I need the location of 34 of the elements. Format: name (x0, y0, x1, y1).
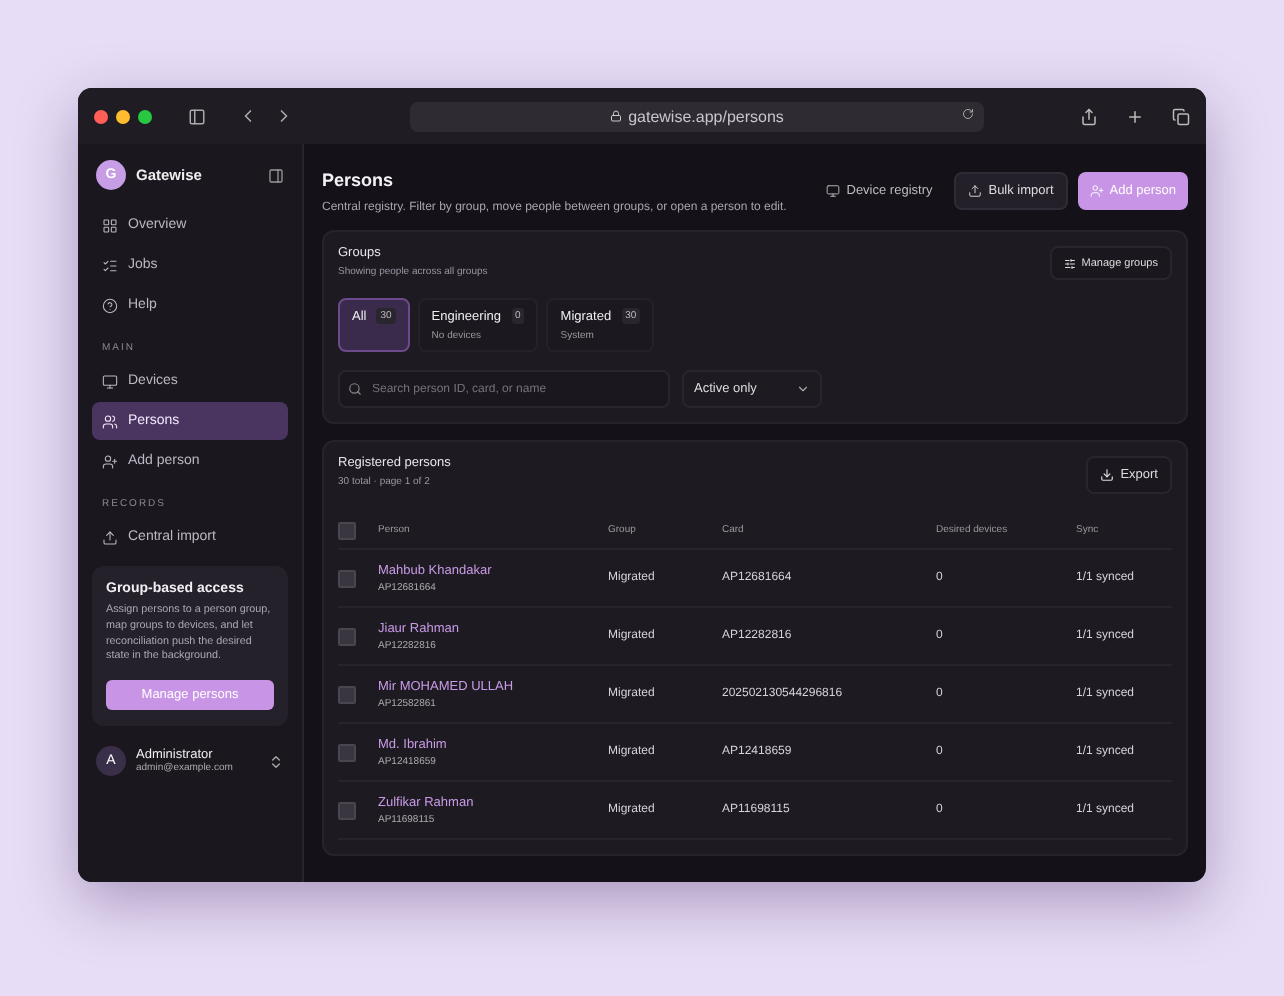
monitor-icon (102, 373, 118, 389)
sliders-icon (1063, 257, 1076, 269)
page-title: Persons (322, 170, 396, 190)
row-checkbox[interactable] (338, 801, 356, 819)
upload-icon (968, 184, 983, 198)
select-all-checkbox[interactable] (338, 521, 356, 539)
close-icon[interactable] (94, 109, 108, 123)
lock-icon (610, 110, 623, 122)
row-checkbox[interactable] (338, 743, 356, 761)
url-text: gatewise.app/persons (628, 107, 784, 125)
tabs-icon[interactable] (1172, 107, 1190, 125)
maximize-icon[interactable] (138, 109, 152, 123)
reload-icon[interactable] (962, 107, 974, 119)
share-icon[interactable] (1080, 107, 1098, 125)
sidebar-toggle-icon[interactable] (188, 107, 206, 125)
new-tab-icon[interactable] (1126, 107, 1144, 125)
row-checkbox[interactable] (338, 627, 356, 645)
row-checkbox[interactable] (338, 569, 356, 587)
checklist-icon (102, 257, 118, 273)
user-plus-icon (1089, 184, 1104, 198)
search-icon (348, 382, 362, 396)
minimize-icon[interactable] (116, 109, 130, 123)
chevrons-icon[interactable] (268, 753, 284, 770)
users-icon (102, 413, 118, 429)
upload-icon (102, 529, 118, 545)
address-bar[interactable]: gatewise.app/persons (410, 101, 984, 131)
grid-icon (102, 217, 118, 233)
download-icon (1100, 468, 1115, 482)
user-plus-icon (102, 453, 118, 469)
panel-icon[interactable] (268, 167, 284, 183)
help-icon (102, 297, 118, 313)
row-checkbox[interactable] (338, 685, 356, 703)
monitor-icon (826, 184, 841, 198)
caret-icon (796, 382, 810, 396)
